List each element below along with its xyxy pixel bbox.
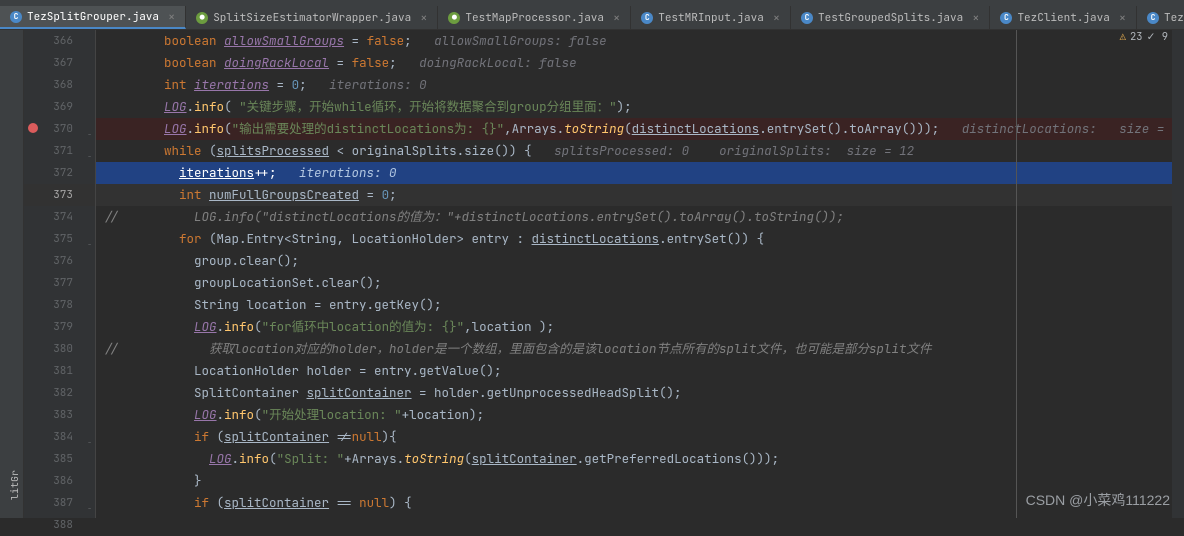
- watermark: CSDN @小菜鸡111222: [1026, 490, 1170, 510]
- line-384[interactable]: if (splitContainer !=null){: [96, 426, 1184, 448]
- tab-4[interactable]: C TestGroupedSplits.java ×: [791, 6, 990, 29]
- breakpoint-icon[interactable]: [28, 123, 38, 133]
- gutter-line-378[interactable]: 378: [24, 294, 95, 316]
- class-icon: C: [10, 11, 22, 23]
- gutter-line-366[interactable]: 366: [24, 30, 95, 52]
- inspection-badges[interactable]: ⚠ 23 ✓ 9: [1120, 30, 1168, 44]
- gutter-line-381[interactable]: 381: [24, 360, 95, 382]
- gutter-line-376[interactable]: 376: [24, 250, 95, 272]
- gutter-line-373[interactable]: 373: [24, 184, 95, 206]
- line-387[interactable]: if (splitContainer == null) {: [96, 492, 1184, 514]
- tab-label: TezClient.java: [1017, 11, 1109, 25]
- right-gutter[interactable]: [1172, 30, 1184, 518]
- line-371[interactable]: while (splitsProcessed < originalSplits.…: [96, 140, 1184, 162]
- line-386[interactable]: }: [96, 470, 1184, 492]
- line-382[interactable]: SplitContainer splitContainer = holder.g…: [96, 382, 1184, 404]
- line-374[interactable]: // LOG.info("distinctLocations的值为："+dist…: [96, 206, 1184, 228]
- tab-6[interactable]: C TezMapredSplitsGroupe: [1137, 6, 1184, 29]
- class-icon: C: [1000, 12, 1012, 24]
- line-369[interactable]: LOG.info( "关键步骤，开始while循环，开始将数据聚合到group分…: [96, 96, 1184, 118]
- line-366[interactable]: boolean allowSmallGroups = false; allowS…: [96, 30, 1184, 52]
- tab-label: TestMapProcessor.java: [465, 11, 604, 25]
- tab-1[interactable]: ● SplitSizeEstimatorWrapper.java ×: [186, 6, 438, 29]
- tab-label: SplitSizeEstimatorWrapper.java: [213, 11, 411, 25]
- line-368[interactable]: int iterations = 0; iterations: 0: [96, 74, 1184, 96]
- file-icon: ●: [196, 12, 208, 24]
- gutter-line-388[interactable]: 388: [24, 514, 95, 536]
- line-388[interactable]: // all splits on node processed: [96, 514, 1184, 518]
- close-icon[interactable]: ×: [613, 10, 620, 26]
- warning-count: 23: [1130, 30, 1143, 44]
- close-icon[interactable]: ×: [1119, 10, 1126, 26]
- close-icon[interactable]: ×: [773, 10, 780, 26]
- tab-2[interactable]: ● TestMapProcessor.java ×: [438, 6, 631, 29]
- line-gutter[interactable]: 366367368369370−371−372373374375−3763773…: [24, 30, 96, 518]
- fold-icon[interactable]: −: [83, 432, 92, 441]
- fold-icon[interactable]: −: [83, 498, 92, 507]
- tab-label: TestGroupedSplits.java: [818, 11, 963, 25]
- tab-3[interactable]: C TestMRInput.java ×: [631, 6, 791, 29]
- gutter-line-374[interactable]: 374: [24, 206, 95, 228]
- typo-count: ✓ 9: [1147, 30, 1168, 44]
- gutter-line-386[interactable]: 386: [24, 470, 95, 492]
- right-margin: [1016, 30, 1017, 518]
- tab-label: TezMapredSplitsGroupe: [1164, 11, 1184, 25]
- class-icon: C: [801, 12, 813, 24]
- tab-label: TestMRInput.java: [658, 11, 764, 25]
- line-381[interactable]: LocationHolder holder = entry.getValue()…: [96, 360, 1184, 382]
- gutter-line-383[interactable]: 383: [24, 404, 95, 426]
- editor-tabs: C TezSplitGrouper.java × ● SplitSizeEstimat…: [0, 6, 1184, 30]
- close-icon[interactable]: ×: [168, 9, 175, 25]
- class-icon: C: [641, 12, 653, 24]
- line-378[interactable]: String location = entry.getKey();: [96, 294, 1184, 316]
- gutter-line-370[interactable]: 370−: [24, 118, 95, 140]
- class-icon: C: [1147, 12, 1159, 24]
- gutter-line-385[interactable]: 385: [24, 448, 95, 470]
- left-tool-strip[interactable]: litGr: [0, 30, 24, 518]
- line-373[interactable]: int numFullGroupsCreated = 0;: [96, 184, 1184, 206]
- line-370[interactable]: LOG.info("输出需要处理的distinctLocations为: {}"…: [96, 118, 1184, 140]
- close-icon[interactable]: ×: [420, 10, 427, 26]
- fold-icon[interactable]: −: [83, 124, 92, 133]
- gutter-line-367[interactable]: 367: [24, 52, 95, 74]
- fold-icon[interactable]: −: [83, 234, 92, 243]
- line-385[interactable]: LOG.info("Split: "+Arrays.toString(split…: [96, 448, 1184, 470]
- main-area: litGr 366367368369370−371−372373374375−3…: [0, 30, 1184, 518]
- line-375[interactable]: for (Map.Entry<String, LocationHolder> e…: [96, 228, 1184, 250]
- gutter-line-380[interactable]: 380: [24, 338, 95, 360]
- file-icon: ●: [448, 12, 460, 24]
- line-379[interactable]: LOG.info("for循环中location的值为: {}",locatio…: [96, 316, 1184, 338]
- line-367[interactable]: boolean doingRackLocal = false; doingRac…: [96, 52, 1184, 74]
- gutter-line-382[interactable]: 382: [24, 382, 95, 404]
- gutter-line-387[interactable]: 387−: [24, 492, 95, 514]
- gutter-line-379[interactable]: 379: [24, 316, 95, 338]
- editor[interactable]: boolean allowSmallGroups = false; allowS…: [96, 30, 1184, 518]
- gutter-line-375[interactable]: 375−: [24, 228, 95, 250]
- close-icon[interactable]: ×: [972, 10, 979, 26]
- tool-label[interactable]: litGr: [8, 36, 21, 500]
- gutter-line-372[interactable]: 372: [24, 162, 95, 184]
- gutter-line-377[interactable]: 377: [24, 272, 95, 294]
- tab-0[interactable]: C TezSplitGrouper.java ×: [0, 6, 186, 29]
- warning-icon: ⚠: [1120, 30, 1126, 44]
- gutter-line-371[interactable]: 371−: [24, 140, 95, 162]
- line-380[interactable]: // 获取location对应的holder，holder是一个数组，里面包含的…: [96, 338, 1184, 360]
- tab-label: TezSplitGrouper.java: [27, 10, 159, 24]
- gutter-line-369[interactable]: 369: [24, 96, 95, 118]
- gutter-line-368[interactable]: 368: [24, 74, 95, 96]
- line-377[interactable]: groupLocationSet.clear();: [96, 272, 1184, 294]
- line-383[interactable]: LOG.info("开始处理location: "+location);: [96, 404, 1184, 426]
- gutter-line-384[interactable]: 384−: [24, 426, 95, 448]
- fold-icon[interactable]: −: [83, 146, 92, 155]
- line-376[interactable]: group.clear();: [96, 250, 1184, 272]
- tab-5[interactable]: C TezClient.java ×: [990, 6, 1137, 29]
- line-372[interactable]: iterations++; iterations: 0: [96, 162, 1184, 184]
